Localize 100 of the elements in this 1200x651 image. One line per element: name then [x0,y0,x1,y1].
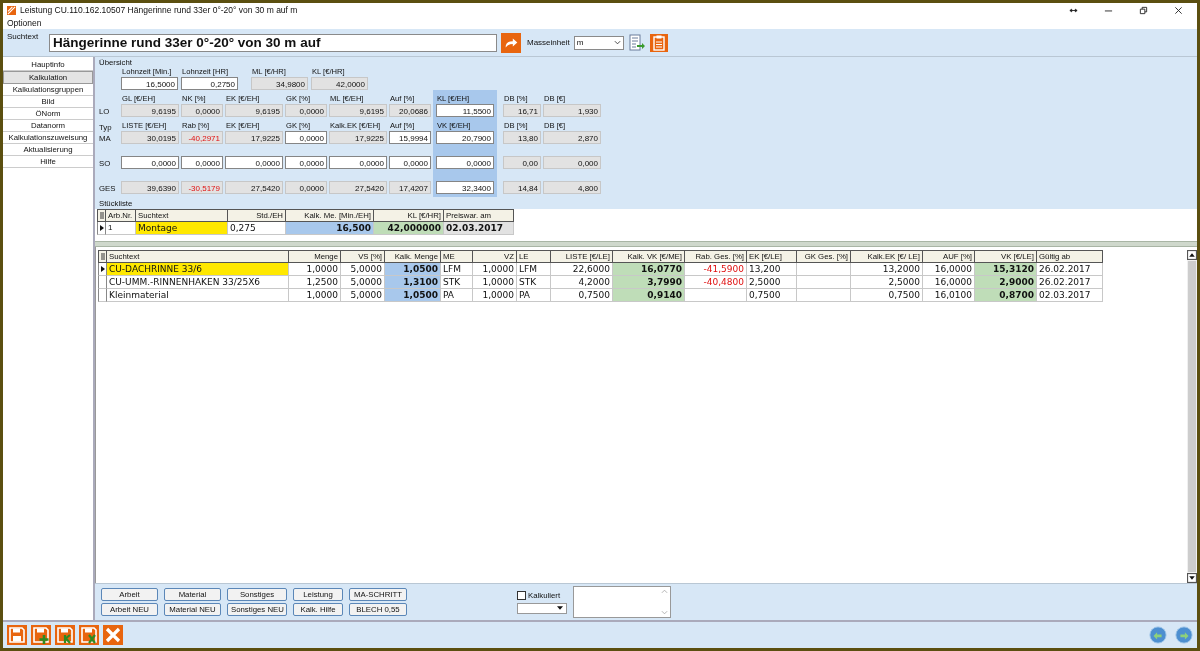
table-cell: 2,5000 [851,276,923,289]
scroll-thumb[interactable] [1188,261,1196,572]
table-cell: 1,0000 [473,263,517,276]
table-cell: 16,500 [286,222,374,235]
value-field: 16,71 [503,104,541,117]
row-header-cell[interactable] [98,276,107,289]
value-field: 14,84 [503,181,541,194]
input-field[interactable]: 16,5000 [121,77,178,90]
row-header-cell[interactable] [97,222,106,235]
table-cell: 1,2500 [289,276,341,289]
forward-icon[interactable] [1175,626,1193,644]
value-field: 34,9800 [251,77,308,90]
input-field[interactable]: 0,0000 [225,156,283,169]
table-cell: LFM [517,263,551,276]
table-cell: 1,0500 [385,263,441,276]
table-cell: 2,5000 [747,276,797,289]
input-field[interactable]: 0,0000 [285,131,327,144]
search-field[interactable]: Hängerinne rund 33er 0°-20° von 30 m auf [49,33,497,52]
input-field[interactable]: 11,5500 [436,104,494,117]
table-cell: 2,9000 [975,276,1037,289]
back-icon[interactable] [1149,626,1167,644]
table-cell: 1,3100 [385,276,441,289]
value-field: 30,0195 [121,131,179,144]
table-cell: STK [441,276,473,289]
checkbox[interactable] [517,590,526,600]
table-cell: PA [441,289,473,302]
input-field[interactable]: 0,0000 [285,156,327,169]
value-field: 0,00 [503,156,541,169]
value-field: -30,5179 [181,181,223,194]
table-cell: STK [517,276,551,289]
value-field: 0,0000 [181,104,223,117]
input-field[interactable]: 0,0000 [329,156,387,169]
value-field: 13,80 [503,131,541,144]
input-field[interactable]: 0,0000 [436,156,494,169]
table-cell: 13,200 [747,263,797,276]
row-header-cell[interactable] [98,289,107,302]
value-field: -40,2971 [181,131,223,144]
input-field[interactable]: 32,3400 [436,181,494,194]
table-cell: 1,0500 [385,289,441,302]
save-icon[interactable] [7,625,27,645]
value-field: 0,0000 [285,181,327,194]
empty-cell [797,289,851,302]
save-mark-icon[interactable] [55,625,75,645]
table-cell: LFM [441,263,473,276]
table-cell: 1,0000 [289,289,341,302]
table-cell: 1,0000 [473,276,517,289]
value-field: 9,6195 [225,104,283,117]
table-cell: -40,4800 [685,276,747,289]
value-field: 4,800 [543,181,601,194]
table-cell: 42,000000 [374,222,444,235]
close-icon[interactable] [1174,5,1183,15]
value-field: 20,0686 [389,104,431,117]
scroll-up-icon[interactable] [1187,250,1197,260]
value-field: 0,000 [543,156,601,169]
empty-cell [797,263,851,276]
input-field[interactable]: 0,0000 [181,156,223,169]
input-field[interactable]: 15,9994 [389,131,431,144]
value-field: 9,6195 [121,104,179,117]
list-export-icon[interactable] [627,33,646,52]
table-cell: Montage [136,222,228,235]
save-new-icon[interactable] [31,625,51,645]
table-cell: -41,5900 [685,263,747,276]
input-field[interactable]: 0,0000 [389,156,431,169]
search-label: Suchtext [7,32,40,41]
menu-item[interactable]: Optionen [7,18,42,28]
clipboard-icon[interactable] [649,33,668,52]
table-cell: CU-UMM.-RINNENHAKEN 33/25X6 [107,276,289,289]
table-cell: 1,0000 [473,289,517,302]
unit-dropdown[interactable]: m [573,35,624,50]
value-field: 27,5420 [329,181,387,194]
caret-icon [557,606,563,610]
table-cell: 0,7500 [747,289,797,302]
table-cell: 0,8700 [975,289,1037,302]
value-field: 0,0000 [285,104,327,117]
input-field[interactable]: 0,2750 [181,77,238,90]
table-cell: 1,0000 [289,263,341,276]
value-field: 17,9225 [225,131,283,144]
input-field[interactable]: 0,0000 [121,156,179,169]
table-cell: 3,7990 [613,276,685,289]
table-cell: Kleinmaterial [107,289,289,302]
table-cell: 16,0770 [613,263,685,276]
value-field: 27,5420 [225,181,283,194]
table-cell: PA [517,289,551,302]
grip-icon [100,253,105,260]
value-field: 9,6195 [329,104,387,117]
save-cross-icon[interactable] [79,625,99,645]
window-title: Leistung CU.110.162.10507 Hängerinne rund 33er 0°-20° von 30 m auf m [20,5,298,15]
table-cell: 02.03.2017 [444,222,514,235]
input-field[interactable]: 20,7900 [436,131,494,144]
table-cell: 13,2000 [851,263,923,276]
table-cell: 15,3120 [975,263,1037,276]
resize-icon[interactable] [1069,5,1078,15]
scroll-down-icon[interactable] [1187,573,1197,583]
table-cell: 26.02.2017 [1037,263,1103,276]
go-button[interactable] [501,32,521,53]
table-cell: 0,9140 [613,289,685,302]
table-cell: CU-DACHRINNE 33/6 [107,263,289,276]
restore-icon[interactable] [1139,5,1148,15]
scrollbar[interactable] [1187,250,1197,583]
value-field: 42,0000 [311,77,368,90]
